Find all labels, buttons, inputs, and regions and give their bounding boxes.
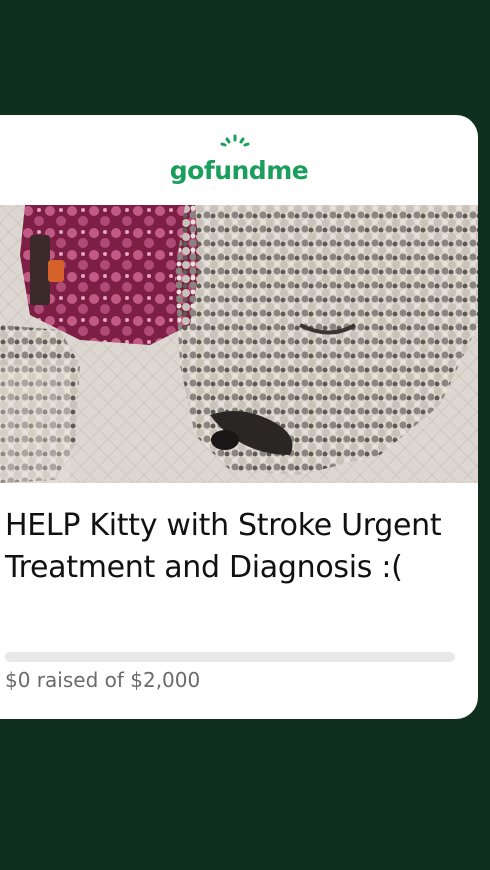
sun-rays-icon <box>220 134 250 146</box>
donation-progress-bar <box>5 652 455 662</box>
dog-photo-illustration <box>0 205 478 483</box>
gofundme-logo: gofundme <box>169 134 309 185</box>
brand-header: gofundme <box>0 115 478 205</box>
campaign-photo <box>0 205 478 483</box>
logo-wordmark: gofundme <box>169 155 309 185</box>
raised-amount-text: $0 raised of $2,000 <box>5 668 201 692</box>
fundraiser-card[interactable]: gofundme HELP Kitty with Stroke Urgent T… <box>0 115 478 719</box>
campaign-title[interactable]: HELP Kitty with Stroke Urgent Treatment … <box>5 505 465 589</box>
